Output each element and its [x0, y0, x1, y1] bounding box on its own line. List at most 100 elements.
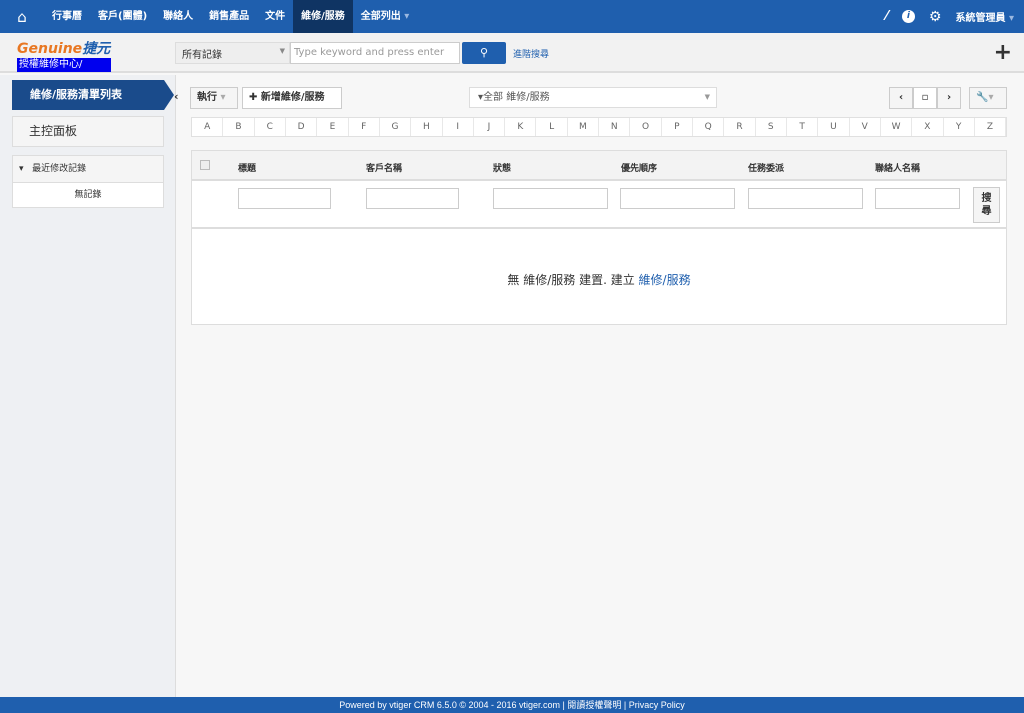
- alpha-letter-a[interactable]: A: [192, 118, 224, 136]
- add-ticket-button[interactable]: ✚ 新增維修/服務: [242, 87, 342, 109]
- contact-filter-input[interactable]: [875, 188, 960, 209]
- search-button[interactable]: ⚲: [462, 42, 506, 64]
- alpha-letter-p[interactable]: P: [662, 118, 693, 136]
- page-jump-button[interactable]: ▫: [913, 87, 937, 109]
- document-icon: ▫: [921, 92, 929, 103]
- alpha-letter-o[interactable]: O: [630, 118, 662, 136]
- caret-down-icon: ▾: [404, 11, 410, 22]
- col-title[interactable]: 標題: [238, 161, 256, 174]
- alpha-letter-t[interactable]: T: [787, 118, 819, 136]
- top-nav: ⌂ 行事曆 客戶(團體) 聯絡人 銷售產品 文件 維修/服務 全部列出 ▾ ⁄ …: [0, 0, 1024, 33]
- caret-down-icon: ▼: [704, 93, 710, 101]
- col-priority[interactable]: 優先順序: [621, 161, 657, 174]
- recent-records-panel: ▾ 最近修改記錄 無記錄: [12, 155, 164, 208]
- user-name: 系統管理員: [955, 13, 1006, 24]
- advanced-search-link[interactable]: 進階搜尋: [513, 47, 549, 60]
- empty-message: 無 維修/服務 建置. 建立 維修/服務: [192, 229, 1006, 288]
- alpha-letter-k[interactable]: K: [505, 118, 537, 136]
- recent-empty: 無記錄: [74, 190, 102, 200]
- logo[interactable]: Genuine捷元 授權維修中心/: [17, 38, 111, 72]
- scope-value: 所有記錄: [182, 50, 222, 61]
- info-icon[interactable]: i: [901, 10, 915, 23]
- title-filter-input[interactable]: [238, 188, 331, 209]
- user-menu[interactable]: 系統管理員 ▾: [955, 9, 1014, 24]
- search-scope-select[interactable]: 所有記錄 ▼: [175, 42, 290, 64]
- logo-cn: 捷元: [82, 41, 111, 57]
- gear-icon[interactable]: ⚙: [929, 9, 942, 25]
- account-filter-input[interactable]: [366, 188, 459, 209]
- alpha-letter-r[interactable]: R: [724, 118, 756, 136]
- alpha-letter-z[interactable]: Z: [975, 118, 1007, 136]
- caret-down-icon: ▾: [1008, 13, 1014, 24]
- table-header: 標題 客戶名稱 狀態 優先順序 任務委派 聯絡人名稱: [192, 151, 1006, 181]
- col-contact[interactable]: 聯絡人名稱: [875, 161, 920, 174]
- settings-dropdown[interactable]: 🔧▾: [969, 87, 1007, 109]
- filter-row: 搜尋: [192, 181, 1006, 229]
- recent-records-header[interactable]: ▾ 最近修改記錄: [13, 156, 163, 183]
- search-input[interactable]: Type keyword and press enter: [290, 42, 460, 64]
- nav-tickets[interactable]: 維修/服務: [293, 0, 353, 33]
- main-content: 執行 ▾ ✚ 新增維修/服務 ▾ 全部 維修/服務 ▼ ‹ ▫ › 🔧▾ ABCDE…: [177, 75, 1024, 697]
- col-status[interactable]: 狀態: [493, 161, 511, 174]
- actions-label: 執行: [197, 92, 217, 103]
- wrench-icon: 🔧: [976, 92, 989, 103]
- select-all-checkbox[interactable]: [200, 160, 210, 170]
- filter-value: 全部 維修/服務: [483, 92, 550, 103]
- logo-brand: Genuine: [17, 41, 83, 57]
- add-label: 新增維修/服務: [260, 92, 325, 103]
- alpha-letter-i[interactable]: I: [443, 118, 474, 136]
- nav-all-label: 全部列出: [360, 11, 401, 22]
- alpha-letter-d[interactable]: D: [286, 118, 318, 136]
- alpha-letter-j[interactable]: J: [474, 118, 506, 136]
- alpha-letter-h[interactable]: H: [411, 118, 443, 136]
- create-ticket-link[interactable]: 維修/服務: [639, 273, 691, 287]
- col-assigned[interactable]: 任務委派: [748, 161, 784, 174]
- alpha-letter-e[interactable]: E: [317, 118, 349, 136]
- alpha-letter-s[interactable]: S: [756, 118, 787, 136]
- filter-select[interactable]: ▾全部 維修/服務 ▼: [469, 87, 717, 108]
- sidebar-item-dashboard[interactable]: 主控面板: [12, 116, 164, 147]
- nav-documents[interactable]: 文件: [257, 0, 293, 33]
- caret-down-icon: ▼: [279, 47, 285, 55]
- alpha-letter-y[interactable]: Y: [944, 118, 975, 136]
- brush-icon[interactable]: ⁄: [886, 9, 888, 24]
- alpha-letter-v[interactable]: V: [850, 118, 881, 136]
- actions-dropdown[interactable]: 執行 ▾: [190, 87, 238, 109]
- alpha-letter-g[interactable]: G: [380, 118, 412, 136]
- nav-accounts[interactable]: 客戶(團體): [90, 0, 155, 33]
- alpha-letter-l[interactable]: L: [536, 118, 568, 136]
- alpha-letter-b[interactable]: B: [223, 118, 255, 136]
- search-icon: ⚲: [479, 46, 489, 59]
- nav-products[interactable]: 銷售產品: [201, 0, 257, 33]
- search-filter-button[interactable]: 搜尋: [973, 187, 1000, 223]
- nav-contacts[interactable]: 聯絡人: [155, 0, 201, 33]
- col-account[interactable]: 客戶名稱: [366, 161, 402, 174]
- logo-sub: 授權維修中心/: [17, 58, 111, 72]
- plus-icon: ✚: [249, 92, 258, 103]
- prev-page-button[interactable]: ‹: [889, 87, 913, 109]
- alpha-letter-n[interactable]: N: [599, 118, 631, 136]
- assigned-filter-input[interactable]: [748, 188, 863, 209]
- next-page-button[interactable]: ›: [937, 87, 961, 109]
- footer: Powered by vtiger CRM 6.5.0 © 2004 - 201…: [0, 697, 1024, 713]
- sidebar-item-list[interactable]: 維修/服務清單列表: [12, 80, 174, 110]
- sidebar: 維修/服務清單列表 主控面板 ▾ 最近修改記錄 無記錄: [0, 75, 176, 697]
- chevron-left-icon: ‹: [898, 92, 904, 103]
- alpha-letter-w[interactable]: W: [881, 118, 913, 136]
- nav-calendar[interactable]: 行事曆: [44, 0, 90, 33]
- alpha-letter-c[interactable]: C: [255, 118, 286, 136]
- caret-down-icon: ▾: [988, 92, 994, 103]
- alpha-letter-u[interactable]: U: [818, 118, 850, 136]
- alpha-letter-q[interactable]: Q: [693, 118, 725, 136]
- alpha-letter-f[interactable]: F: [349, 118, 380, 136]
- home-icon[interactable]: ⌂: [0, 8, 44, 26]
- priority-filter-input[interactable]: [620, 188, 735, 209]
- nav-all[interactable]: 全部列出 ▾: [353, 0, 418, 33]
- chevron-right-icon: ›: [946, 92, 952, 103]
- alpha-letter-m[interactable]: M: [568, 118, 600, 136]
- recent-title: 最近修改記錄: [32, 164, 87, 174]
- alpha-letter-x[interactable]: X: [912, 118, 944, 136]
- status-filter-input[interactable]: [493, 188, 608, 209]
- list-table: 標題 客戶名稱 狀態 優先順序 任務委派 聯絡人名稱 搜尋 無 維修/服務 建置…: [191, 150, 1007, 325]
- quick-create-icon[interactable]: +: [994, 40, 1012, 65]
